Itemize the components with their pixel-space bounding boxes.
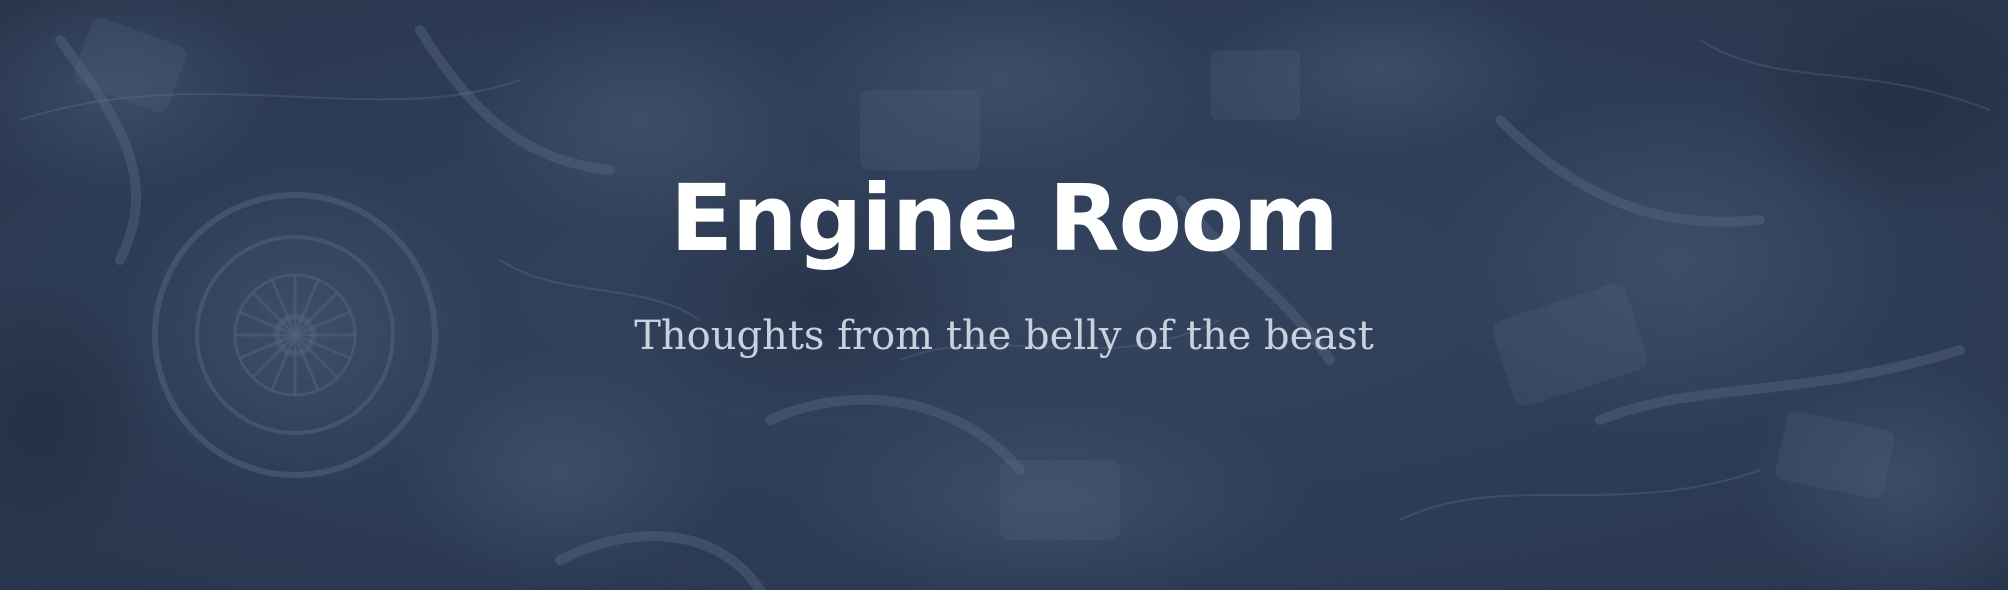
hero-text: Engine Room Thoughts from the belly of t… [0,0,2008,590]
site-title: Engine Room [670,165,1339,272]
site-tagline: Thoughts from the belly of the beast [634,313,1374,359]
hero-banner: Engine Room Thoughts from the belly of t… [0,0,2008,590]
